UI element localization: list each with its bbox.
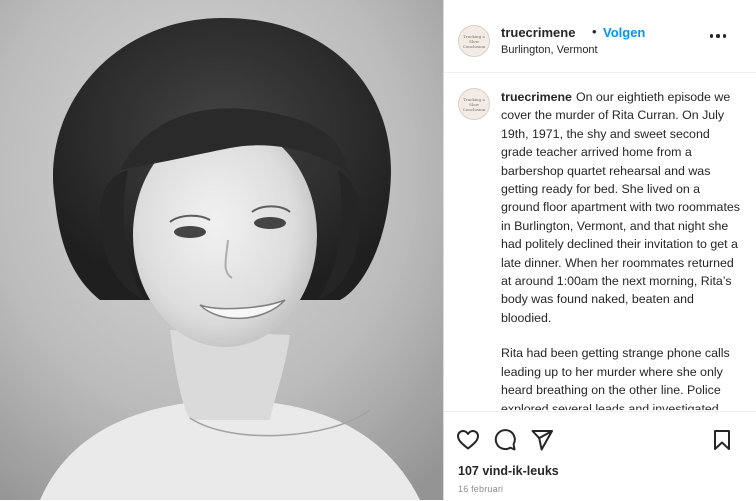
portrait-photo <box>0 0 443 500</box>
send-icon[interactable] <box>530 428 554 452</box>
avatar[interactable]: Tracking a Slow Conclusion <box>458 25 490 57</box>
separator-dot: • <box>592 24 597 39</box>
follow-button[interactable]: Volgen <box>603 25 645 40</box>
caption-username[interactable]: truecrimene <box>501 90 572 104</box>
like-count[interactable]: 107 vind-ik-leuks <box>458 464 559 478</box>
location-link[interactable]: Burlington, Vermont <box>501 44 598 56</box>
avatar-text: Tracking a Slow Conclusion <box>462 33 486 49</box>
username-link[interactable]: truecrimene <box>501 25 575 40</box>
caption-area[interactable]: Tracking a Slow Conclusion truecrimene On… <box>444 73 756 410</box>
comment-icon[interactable] <box>493 428 517 452</box>
post-header: Tracking a Slow Conclusion truecrimene •… <box>444 0 756 73</box>
bookmark-icon[interactable] <box>710 428 734 452</box>
caption-avatar[interactable]: Tracking a Slow Conclusion <box>458 88 490 120</box>
action-bar: 107 vind-ik-leuks 16 februari <box>444 411 756 501</box>
post-sidebar: Tracking a Slow Conclusion truecrimene •… <box>444 0 756 500</box>
caption-text: truecrimene On our eightieth episode we c… <box>501 88 741 410</box>
post-photo[interactable] <box>0 0 443 500</box>
more-options-icon[interactable] <box>706 30 730 42</box>
caption-paragraph-1: truecrimene On our eightieth episode we c… <box>501 88 741 327</box>
caption-text-1: On our eightieth episode we cover the mu… <box>501 90 740 325</box>
caption-avatar-text: Tracking a Slow Conclusion <box>462 96 486 112</box>
caption-paragraph-2: Rita had been getting strange phone call… <box>501 346 730 410</box>
heart-icon[interactable] <box>456 428 480 452</box>
post-date: 16 februari <box>458 484 504 494</box>
